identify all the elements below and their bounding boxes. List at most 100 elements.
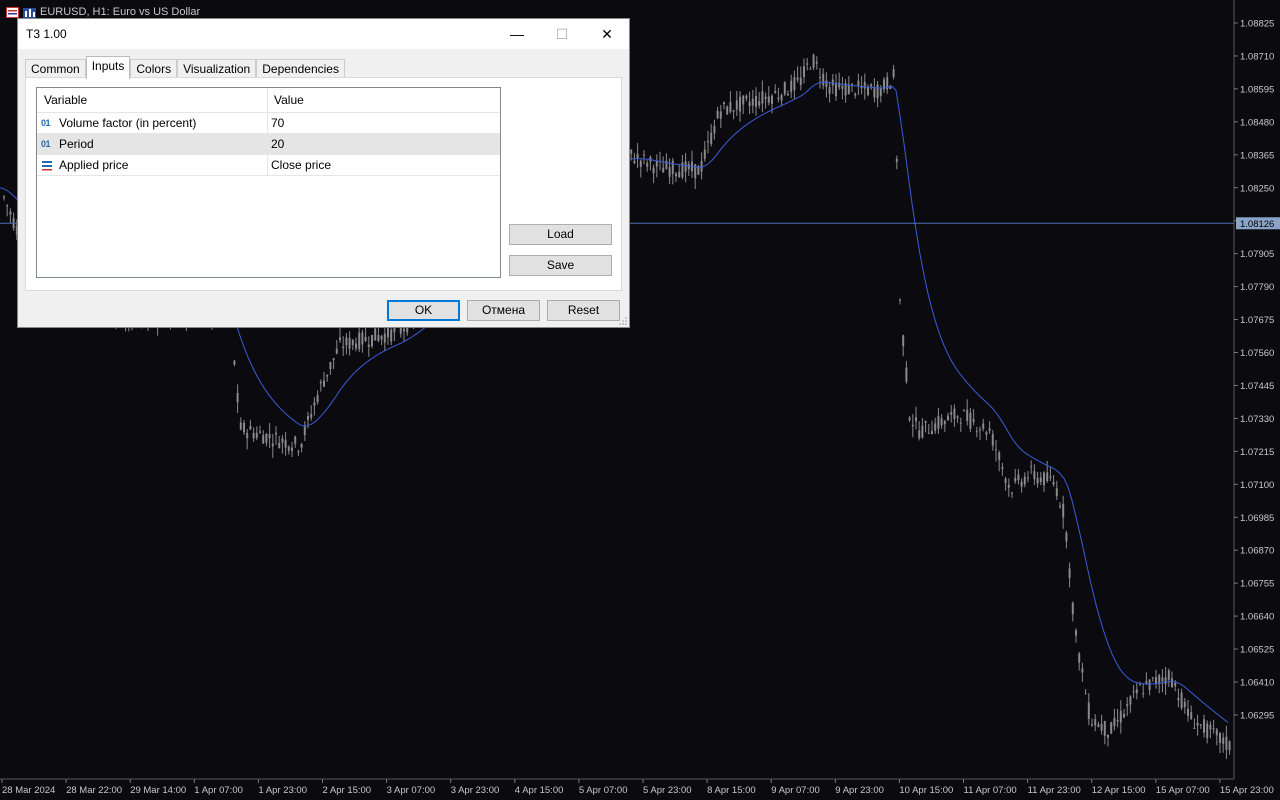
candle-body <box>339 337 341 341</box>
row-value[interactable]: Close price <box>268 155 500 175</box>
tab-inputs[interactable]: Inputs <box>85 56 131 79</box>
candle-body <box>1215 729 1218 736</box>
candle-body <box>1078 653 1081 663</box>
x-tick-label: 15 Apr 07:00 <box>1156 785 1210 796</box>
candle-body <box>867 87 869 95</box>
candle-body <box>924 420 927 423</box>
candle-body <box>239 422 242 430</box>
inputs-grid[interactable]: Variable Value 01 Volume factor (in perce… <box>36 87 501 278</box>
candle-body <box>902 335 905 347</box>
candle-body <box>1203 719 1205 733</box>
candle-body <box>931 430 933 435</box>
candle-body <box>742 95 745 105</box>
candle-body <box>1004 478 1007 484</box>
candle-body <box>937 415 940 429</box>
candle-body <box>1113 717 1116 727</box>
candle-body <box>1180 692 1183 708</box>
x-tick-label: 28 Mar 22:00 <box>66 785 122 796</box>
table-row[interactable]: Applied price Close price <box>37 155 500 176</box>
candle-body <box>374 328 377 341</box>
candle-body <box>927 432 930 434</box>
minimize-icon[interactable]: — <box>494 19 540 49</box>
candle-body <box>275 432 277 435</box>
candle-body <box>899 299 901 301</box>
row-value[interactable]: 20 <box>268 134 500 154</box>
load-button[interactable]: Load <box>509 224 612 245</box>
maximize-icon[interactable]: ☐ <box>539 19 585 49</box>
tab-visualization[interactable]: Visualization <box>177 59 257 79</box>
candle-body <box>399 327 402 334</box>
y-tick-label: 1.08250 <box>1240 183 1274 194</box>
candle-body <box>297 451 300 453</box>
candle-body <box>630 149 633 154</box>
tab-common[interactable]: Common <box>25 59 86 79</box>
candle-body <box>390 329 393 342</box>
x-tick-label: 1 Apr 23:00 <box>258 785 307 796</box>
candle-body <box>403 328 405 332</box>
candle-body <box>246 433 249 439</box>
x-tick-label: 15 Apr 23:00 <box>1220 785 1274 796</box>
candle-body <box>1129 696 1132 705</box>
candle-body <box>326 374 329 377</box>
table-row[interactable]: 01 Period 20 <box>37 134 500 155</box>
candle-body <box>710 132 713 144</box>
candle-body <box>879 87 882 96</box>
x-tick-label: 8 Apr 15:00 <box>707 785 756 796</box>
candle-body <box>1065 532 1068 542</box>
candle-body <box>316 395 319 402</box>
y-tick-label: 1.07905 <box>1240 249 1274 260</box>
candle-body <box>323 380 325 387</box>
chart-menu-icon[interactable] <box>6 6 19 18</box>
candle-body <box>1046 472 1049 482</box>
candle-body <box>774 90 777 93</box>
candle-body <box>303 426 306 436</box>
save-button[interactable]: Save <box>509 255 612 276</box>
y-tick-label: 1.08595 <box>1240 84 1274 95</box>
column-header-variable[interactable]: Variable <box>37 88 268 112</box>
candle-body <box>361 332 364 345</box>
candle-body <box>665 160 668 169</box>
candle-body <box>755 96 757 107</box>
y-tick-label: 1.07790 <box>1240 282 1274 293</box>
candle-body <box>1116 719 1119 722</box>
candle-body <box>819 77 821 79</box>
tab-colors[interactable]: Colors <box>130 59 178 79</box>
candle-body <box>1126 704 1129 707</box>
close-icon[interactable]: ✕ <box>584 19 630 49</box>
cancel-button[interactable]: Отмена <box>467 300 540 321</box>
candle-body <box>729 101 732 112</box>
candle-body <box>895 158 898 162</box>
candle-body <box>675 173 677 177</box>
x-tick-label: 4 Apr 15:00 <box>515 785 564 796</box>
candle-body <box>1212 728 1215 730</box>
candle-body <box>1059 505 1061 507</box>
y-tick-label: 1.08825 <box>1240 19 1274 30</box>
candle-body <box>908 417 911 420</box>
candle-body <box>1068 568 1071 578</box>
resize-grip-icon[interactable] <box>619 317 627 325</box>
x-tick-label: 29 Mar 14:00 <box>130 785 186 796</box>
reset-button[interactable]: Reset <box>547 300 620 321</box>
table-row[interactable]: 01 Volume factor (in percent) 70 <box>37 113 500 134</box>
dialog-titlebar[interactable]: T3 1.00 — ☐ ✕ <box>18 19 629 49</box>
candle-body <box>236 392 239 403</box>
candle-body <box>822 73 825 86</box>
tab-dependencies[interactable]: Dependencies <box>256 59 345 79</box>
column-header-value[interactable]: Value <box>268 88 500 112</box>
candle-body <box>643 154 645 156</box>
candle-body <box>278 442 281 448</box>
candle-body <box>1049 476 1052 478</box>
ok-button[interactable]: OK <box>387 300 460 321</box>
row-value[interactable]: 70 <box>268 113 500 133</box>
candle-body <box>998 452 1001 460</box>
candle-body <box>767 96 770 103</box>
candle-body <box>716 110 719 119</box>
candle-body <box>985 432 988 435</box>
candle-body <box>934 423 937 431</box>
candle-body <box>1135 689 1138 694</box>
candle-body <box>1097 724 1100 728</box>
candle-body <box>915 417 917 422</box>
y-tick-label: 1.06870 <box>1240 546 1274 557</box>
candle-body <box>1139 684 1141 686</box>
candle-body <box>252 432 255 439</box>
